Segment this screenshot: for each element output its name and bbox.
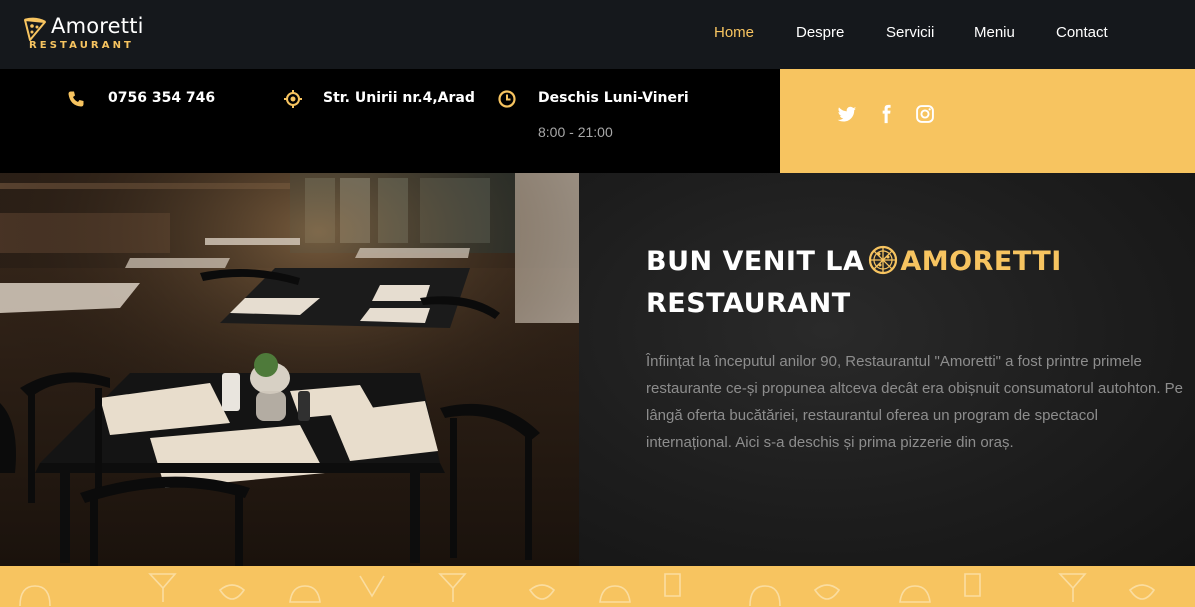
hero-title-prefix: BUN VENIT LA — [646, 246, 865, 277]
hero-title: BUN VENIT LA AMORETTI RESTAURANT — [646, 241, 1166, 325]
hero-title-accent: AMORETTI — [900, 246, 1062, 277]
nav-item-home[interactable]: Home — [714, 24, 754, 41]
address-text: Str. Unirii nr.4,Arad — [323, 90, 475, 106]
brand-subtitle: RESTAURANT — [29, 40, 134, 51]
instagram-icon[interactable] — [915, 104, 935, 124]
restaurant-interior-image — [0, 173, 579, 566]
twitter-icon[interactable] — [837, 104, 857, 124]
brand-name: Amoretti — [51, 14, 144, 38]
nav-item-despre[interactable]: Despre — [796, 24, 844, 41]
hero-panel: BUN VENIT LA AMORETTI RESTAURANT Înființ… — [579, 173, 1195, 566]
phone-number[interactable]: 0756 354 746 — [108, 90, 215, 106]
brand-logo[interactable]: Amoretti RESTAURANT — [22, 14, 172, 56]
hours-text: Deschis Luni-Vineri — [538, 90, 689, 106]
clock-icon — [498, 90, 516, 108]
hero-description: Înființat la începutul anilor 90, Restau… — [646, 353, 1183, 451]
hero-title-suffix: RESTAURANT — [646, 288, 851, 319]
pizza-icon — [869, 245, 898, 275]
nav-item-servicii[interactable]: Servicii — [886, 24, 934, 41]
info-bar: 0756 354 746 Str. Unirii nr.4,Arad Desch… — [0, 69, 780, 173]
decorative-strip — [0, 566, 1195, 607]
pizza-slice-icon — [24, 17, 46, 41]
hours-time: 8:00 - 21:00 — [538, 124, 613, 140]
nav-item-contact[interactable]: Contact — [1056, 24, 1108, 41]
phone-icon — [68, 91, 84, 107]
social-bar — [780, 69, 1195, 173]
header: Amoretti RESTAURANT Home Despre Servicii… — [0, 0, 1195, 69]
location-icon — [284, 90, 302, 108]
facebook-icon[interactable] — [876, 104, 896, 124]
nav-item-meniu[interactable]: Meniu — [974, 24, 1015, 41]
